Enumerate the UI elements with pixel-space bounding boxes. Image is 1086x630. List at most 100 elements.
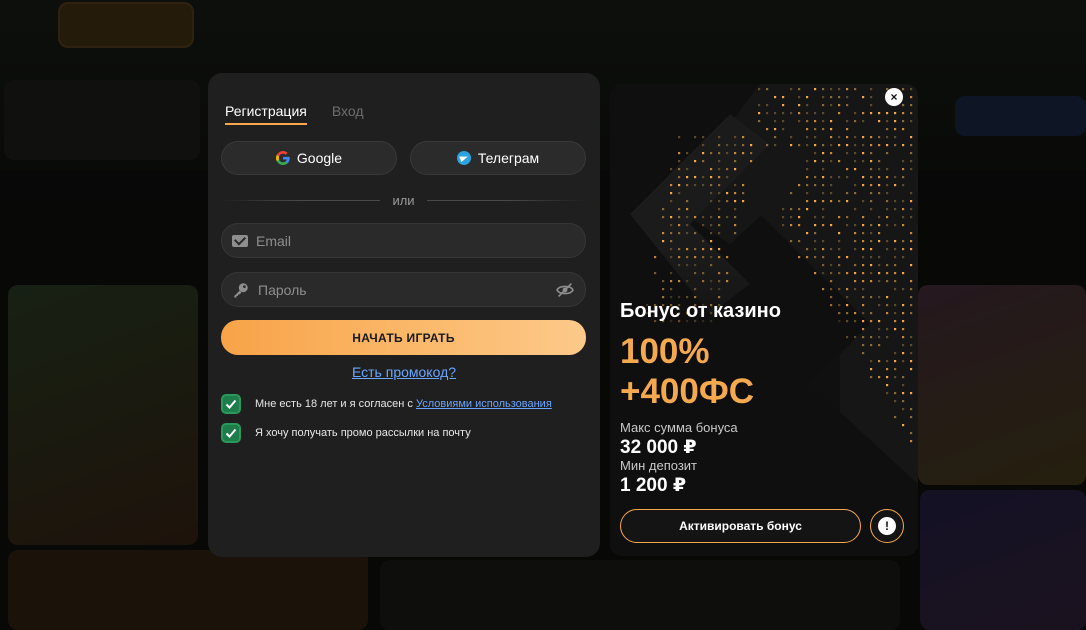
bonus-dot [902, 304, 905, 307]
bonus-dot [878, 120, 881, 123]
bonus-dot [854, 160, 857, 163]
email-input[interactable] [256, 232, 575, 249]
bonus-dot [910, 120, 913, 123]
google-icon [275, 151, 290, 165]
info-icon: ! [878, 517, 896, 535]
bonus-dot [846, 144, 849, 147]
bonus-dot [886, 368, 889, 371]
bonus-dot [902, 208, 905, 211]
bonus-dot [910, 240, 913, 243]
bonus-dot [910, 392, 913, 395]
age-consent-label: Мне есть 18 лет и я согласен с Условиями… [255, 398, 552, 410]
bonus-dot [854, 232, 857, 235]
promo-consent-label: Я хочу получать промо рассылки на почту [255, 427, 471, 439]
bonus-dot [870, 104, 873, 107]
bonus-dot [846, 296, 849, 299]
bonus-dot [870, 96, 873, 99]
close-icon[interactable]: × [885, 88, 903, 106]
bonus-dot [878, 112, 881, 115]
bonus-dot [870, 296, 873, 299]
telegram-button[interactable]: Телеграм [410, 141, 586, 175]
bonus-dot [902, 376, 905, 379]
bonus-dot [902, 336, 905, 339]
bonus-dot [886, 280, 889, 283]
bonus-dot [894, 128, 897, 131]
activate-bonus-button[interactable]: Активировать бонус [620, 509, 861, 543]
bonus-dot [902, 176, 905, 179]
divider-text: или [392, 192, 415, 208]
bonus-dot [870, 368, 873, 371]
bonus-dot [902, 248, 905, 251]
bonus-dot [910, 112, 913, 115]
bonus-dot [846, 320, 849, 323]
bonus-dot [886, 152, 889, 155]
bonus-dot [854, 136, 857, 139]
bonus-panel: × Бонус от казино 100% +400ФС Макс сумма… [610, 84, 918, 556]
bonus-dot [846, 336, 849, 339]
bonus-dot [894, 416, 897, 419]
bonus-dot [910, 96, 913, 99]
bonus-dot [846, 176, 849, 179]
bonus-dot [878, 320, 881, 323]
bonus-dot [846, 304, 849, 307]
bonus-dot [878, 224, 881, 227]
bonus-dot [878, 160, 881, 163]
bonus-dot [894, 248, 897, 251]
promo-code-link[interactable]: Есть промокод? [352, 364, 456, 380]
bonus-dot [878, 216, 881, 219]
bonus-dot [846, 256, 849, 259]
bonus-dot [910, 136, 913, 139]
bonus-dot [886, 112, 889, 115]
bonus-dot [862, 288, 865, 291]
promo-consent-checkbox[interactable] [221, 423, 241, 443]
bonus-dot [902, 216, 905, 219]
terms-link[interactable]: Условиями использования [416, 398, 552, 410]
bonus-dot [870, 184, 873, 187]
eye-off-icon[interactable] [555, 282, 575, 298]
tab-login[interactable]: Вход [332, 103, 364, 125]
bonus-dot [854, 272, 857, 275]
bonus-dot [870, 256, 873, 259]
bonus-dot [870, 136, 873, 139]
bonus-dot [886, 296, 889, 299]
bonus-dot [854, 320, 857, 323]
check-icon [225, 428, 237, 438]
bonus-dot [878, 264, 881, 267]
bonus-dot [910, 336, 913, 339]
bonus-dot [902, 328, 905, 331]
bonus-dot [886, 392, 889, 395]
bonus-dot [902, 160, 905, 163]
start-playing-button[interactable]: НАЧАТЬ ИГРАТЬ [221, 320, 586, 355]
bonus-dot [886, 272, 889, 275]
bonus-dot [846, 88, 849, 91]
bonus-dot [886, 384, 889, 387]
email-field[interactable] [221, 223, 586, 258]
bonus-dot [910, 168, 913, 171]
password-input[interactable] [258, 281, 555, 298]
bonus-dot [886, 224, 889, 227]
bonus-dot [886, 312, 889, 315]
bonus-dot [846, 192, 849, 195]
password-field[interactable] [221, 272, 586, 307]
bonus-dot [870, 224, 873, 227]
bonus-dot [902, 288, 905, 291]
google-button[interactable]: Google [221, 141, 397, 175]
bonus-dot [870, 248, 873, 251]
bonus-info-button[interactable]: ! [870, 509, 904, 543]
bonus-dot [894, 376, 897, 379]
bonus-dot [846, 288, 849, 291]
bonus-dot [870, 112, 873, 115]
bonus-dot [854, 240, 857, 243]
bonus-dot [854, 336, 857, 339]
telegram-button-label: Телеграм [477, 150, 540, 166]
bonus-dot [886, 304, 889, 307]
bonus-dot [846, 136, 849, 139]
bonus-dot [878, 328, 881, 331]
bonus-dot [846, 128, 849, 131]
bonus-dot [870, 208, 873, 211]
age-consent-checkbox[interactable] [221, 394, 241, 414]
bonus-dot [894, 224, 897, 227]
promo-consent-row: Я хочу получать промо рассылки на почту [221, 423, 471, 443]
tab-register[interactable]: Регистрация [225, 103, 307, 125]
bonus-dot [910, 352, 913, 355]
